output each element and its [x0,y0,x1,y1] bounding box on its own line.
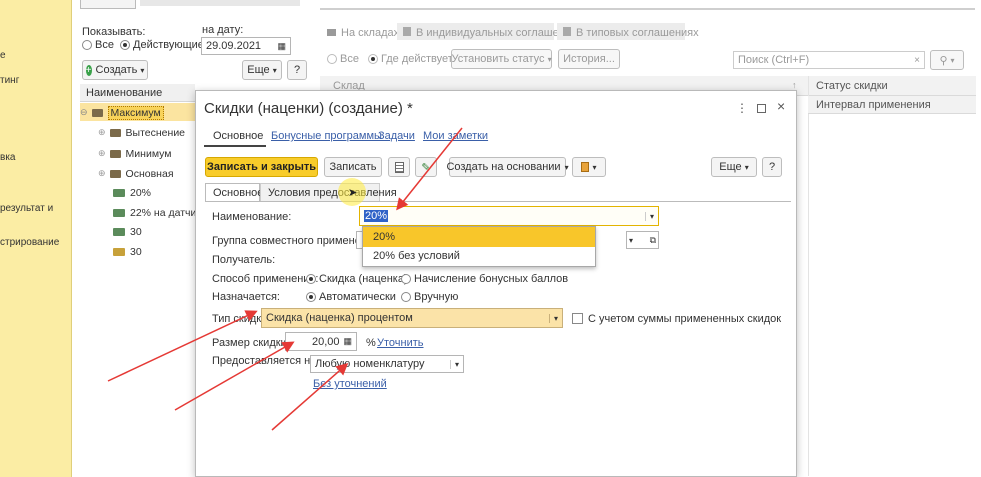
arrow-to-provided [271,363,349,431]
arrow-to-size [174,341,295,411]
annotation-arrows [107,127,463,431]
arrow-to-name [396,127,463,211]
arrow-to-type [107,310,258,382]
